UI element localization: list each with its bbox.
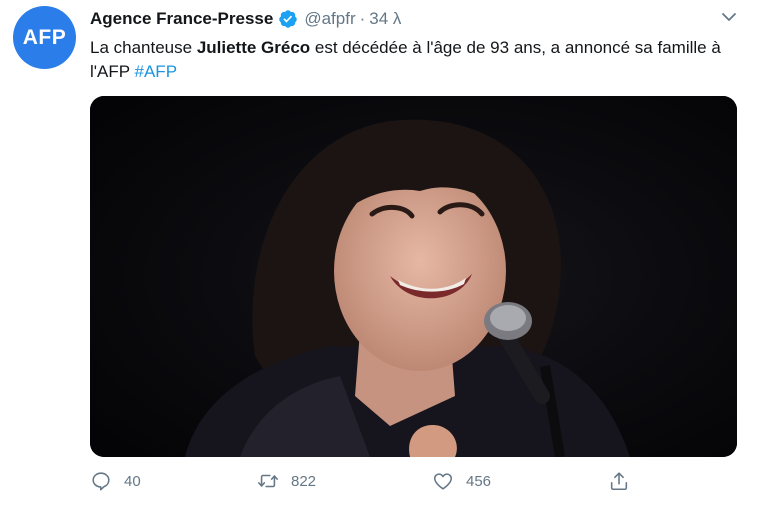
tweet-text: La chanteuse Juliette Gréco est décédée … — [90, 36, 730, 84]
text-part-1: La chanteuse — [90, 38, 197, 57]
tweet-header: Agence France-Presse @afpfr · 34 λ — [90, 8, 720, 30]
hashtag-link[interactable]: #AFP — [135, 62, 178, 81]
heart-icon — [433, 473, 453, 490]
tweet-actions: 40 822 456 — [90, 470, 650, 500]
text-bold-name: Juliette Gréco — [196, 38, 311, 57]
chevron-down-icon[interactable] — [720, 8, 738, 26]
author-name[interactable]: Agence France-Presse — [90, 8, 273, 30]
avatar[interactable]: AFP — [13, 6, 76, 69]
share-icon — [610, 472, 628, 491]
retweet-count: 822 — [291, 472, 317, 490]
verified-badge-icon — [278, 9, 298, 29]
retweet-button[interactable]: 822 — [257, 470, 316, 492]
tweet-photo[interactable] — [90, 96, 737, 457]
timestamp[interactable]: 34 λ — [369, 8, 401, 30]
like-button[interactable]: 456 — [432, 470, 491, 492]
like-count: 456 — [466, 472, 492, 490]
separator-dot: · — [359, 9, 366, 28]
retweet-icon — [258, 474, 278, 488]
avatar-logo-text: AFP — [22, 25, 67, 49]
reply-count: 40 — [124, 472, 141, 490]
author-handle[interactable]: @afpfr — [304, 8, 355, 30]
reply-icon — [92, 472, 110, 491]
reply-button[interactable]: 40 — [90, 470, 141, 492]
share-button[interactable] — [608, 470, 642, 492]
